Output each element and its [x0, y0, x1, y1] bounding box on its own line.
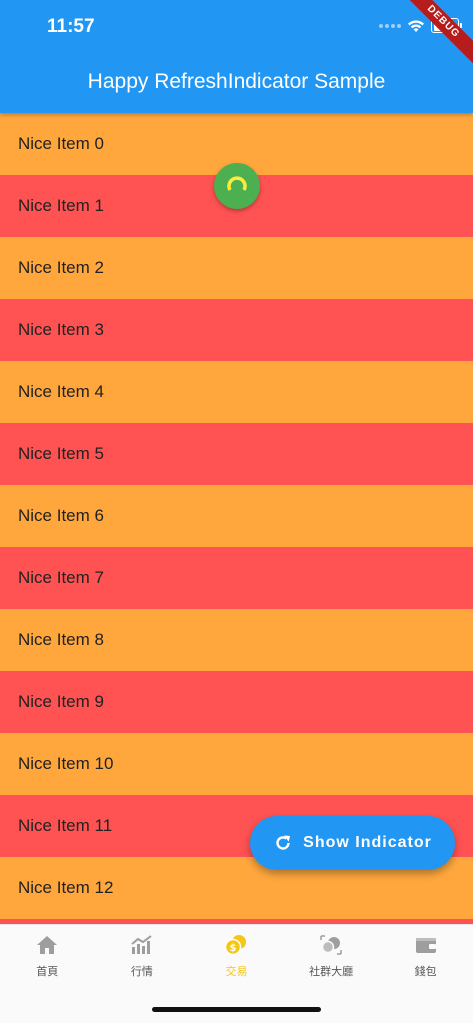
- nav-label: 首頁: [36, 965, 59, 978]
- app-bar: 11:57 Happy RefreshIndicator Sample DEBU…: [0, 0, 473, 113]
- nav-item-home[interactable]: 首頁: [0, 925, 95, 995]
- refresh-icon: [276, 835, 291, 850]
- list-item[interactable]: Nice Item 10: [0, 733, 473, 795]
- list-item[interactable]: Nice Item 2: [0, 237, 473, 299]
- home-indicator: [152, 1007, 321, 1012]
- community-icon: [319, 933, 343, 957]
- item-list[interactable]: Nice Item 0 Nice Item 1 Nice Item 2 Nice…: [0, 113, 473, 924]
- nav-label: 錢包: [414, 965, 437, 978]
- list-item[interactable]: Nice Item 5: [0, 423, 473, 485]
- refresh-indicator: [214, 163, 260, 209]
- chart-icon: [130, 933, 154, 957]
- nav-label: 交易: [225, 965, 248, 978]
- page-title: Happy RefreshIndicator Sample: [87, 70, 386, 93]
- list-item[interactable]: Nice Item 3: [0, 299, 473, 361]
- list-item[interactable]: Nice Item 4: [0, 361, 473, 423]
- nav-item-market[interactable]: 行情: [95, 925, 190, 995]
- wifi-icon: [408, 19, 424, 32]
- nav-label: 行情: [130, 965, 153, 978]
- list-item[interactable]: Nice Item 6: [0, 485, 473, 547]
- nav-label: 社群大廳: [309, 965, 354, 978]
- nav-item-trade[interactable]: $ 交易: [189, 925, 284, 995]
- list-item[interactable]: Nice Item 8: [0, 609, 473, 671]
- nav-item-community[interactable]: 社群大廳: [284, 925, 379, 995]
- wallet-icon: [414, 933, 438, 957]
- show-indicator-button[interactable]: Show Indicator: [250, 816, 455, 870]
- coin-icon: $: [224, 933, 248, 957]
- list-item[interactable]: Nice Item 7: [0, 547, 473, 609]
- nav-item-wallet[interactable]: 錢包: [378, 925, 473, 995]
- fab-label: Show Indicator: [303, 834, 432, 851]
- status-time: 11:57: [47, 16, 95, 37]
- home-icon: [35, 933, 59, 957]
- debug-banner: DEBUG: [394, 0, 473, 71]
- signal-icon: [379, 23, 401, 28]
- list-item[interactable]: Nice Item 9: [0, 671, 473, 733]
- svg-text:$: $: [230, 943, 237, 954]
- spinner-icon: [227, 176, 247, 191]
